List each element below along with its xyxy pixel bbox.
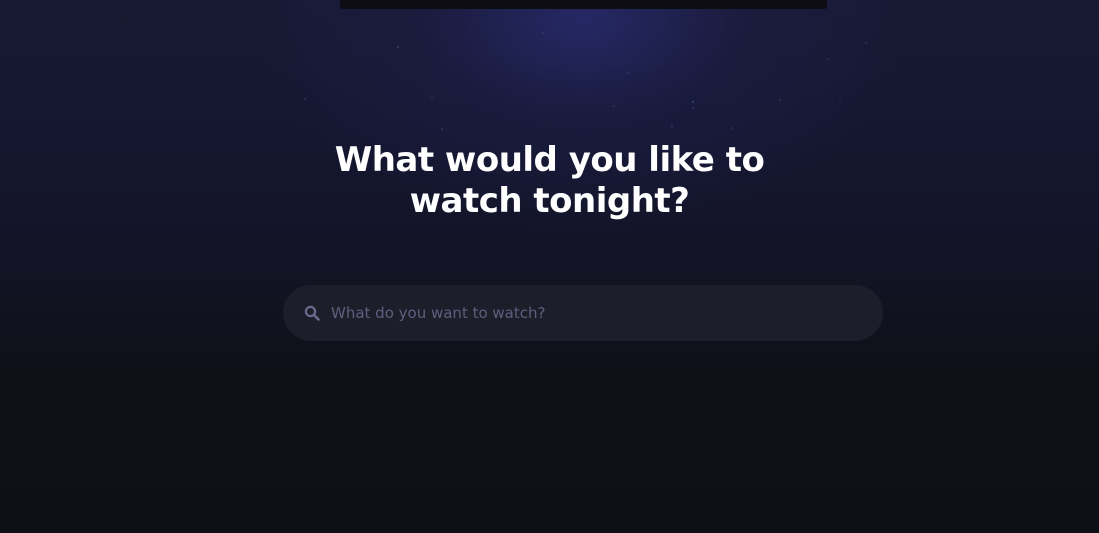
- headline-line-2: watch tonight?: [409, 181, 690, 221]
- search-icon[interactable]: [303, 304, 321, 322]
- search-bar[interactable]: [283, 285, 883, 341]
- page-title: What would you like to watch tonight?: [0, 140, 1099, 222]
- headline-line-1: What would you like to: [334, 140, 765, 180]
- page-background: [0, 0, 1099, 533]
- search-input[interactable]: [331, 285, 883, 341]
- top-panel-edge: [340, 0, 827, 9]
